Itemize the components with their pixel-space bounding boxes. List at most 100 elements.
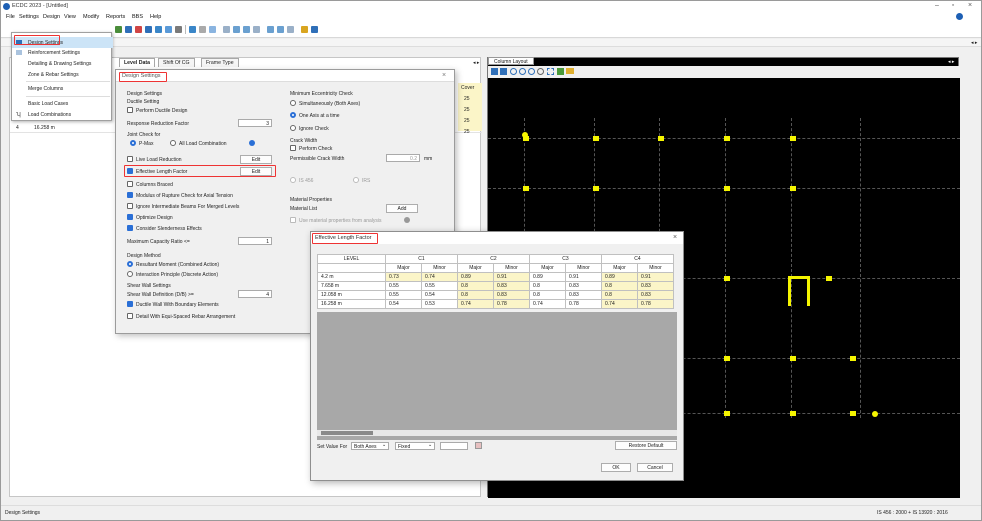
ignore-check-radio[interactable] bbox=[290, 125, 296, 131]
zoom-in-icon[interactable] bbox=[510, 68, 517, 75]
chevron-down-icon[interactable]: ⌄ bbox=[428, 442, 432, 448]
simultaneous-radio[interactable] bbox=[290, 100, 296, 106]
value-cell[interactable]: 0.83 bbox=[637, 290, 674, 300]
column-marker[interactable] bbox=[523, 186, 529, 191]
interaction-radio[interactable] bbox=[127, 271, 133, 277]
irs-radio[interactable] bbox=[353, 177, 359, 183]
dialog-close-icon[interactable]: × bbox=[442, 72, 446, 79]
column-marker[interactable] bbox=[593, 136, 599, 141]
perform-check-checkbox[interactable] bbox=[290, 145, 296, 151]
column-marker[interactable] bbox=[724, 411, 730, 416]
minimize-icon[interactable]: – bbox=[931, 2, 943, 9]
value-cell[interactable]: 0.91 bbox=[637, 272, 674, 282]
ok-button[interactable]: OK bbox=[601, 463, 631, 472]
column-marker[interactable] bbox=[850, 411, 856, 416]
value-cell[interactable]: 0.89 bbox=[457, 272, 494, 282]
column-marker[interactable] bbox=[826, 276, 832, 281]
value-cell[interactable]: 0.83 bbox=[565, 281, 602, 291]
value-cell[interactable]: 0.89 bbox=[601, 272, 638, 282]
toolbar-tool-icon[interactable] bbox=[125, 26, 132, 33]
scroll-arrows-icon[interactable]: ◂ ▸ bbox=[971, 40, 977, 46]
value-cell[interactable]: 0.78 bbox=[637, 299, 674, 309]
tab-level-data[interactable]: Level Data bbox=[119, 58, 155, 67]
value-cell[interactable]: 0.83 bbox=[493, 281, 530, 291]
toolbar-tool-icon[interactable] bbox=[135, 26, 142, 33]
view-3d-icon[interactable] bbox=[500, 68, 507, 75]
maximize-icon[interactable]: ▫ bbox=[947, 2, 959, 9]
toolbar-tool-icon[interactable] bbox=[253, 26, 260, 33]
menu-file[interactable]: File bbox=[6, 14, 15, 20]
dialog-close-icon[interactable]: × bbox=[673, 234, 677, 241]
value-cell[interactable]: 0.91 bbox=[493, 272, 530, 282]
menu-modify[interactable]: Modify bbox=[83, 14, 99, 20]
restore-default-button[interactable]: Restore Default bbox=[615, 441, 677, 450]
columns-braced-checkbox[interactable] bbox=[127, 181, 133, 187]
column-marker[interactable] bbox=[724, 136, 730, 141]
slenderness-checkbox[interactable] bbox=[127, 225, 133, 231]
select-icon[interactable] bbox=[547, 68, 554, 75]
toolbar-tool-icon[interactable] bbox=[223, 26, 230, 33]
value-cell[interactable]: 0.74 bbox=[421, 272, 458, 282]
value-cell[interactable]: 0.8 bbox=[601, 290, 638, 300]
optimize-checkbox[interactable] bbox=[127, 214, 133, 220]
toolbar-tool-icon[interactable] bbox=[199, 26, 206, 33]
level-value[interactable]: 16.258 m bbox=[34, 125, 55, 131]
help-icon[interactable] bbox=[249, 140, 255, 146]
view-2d-icon[interactable] bbox=[491, 68, 498, 75]
value-cell[interactable]: 0.74 bbox=[457, 299, 494, 309]
all-load-radio[interactable] bbox=[170, 140, 176, 146]
toolbar-tool-icon[interactable] bbox=[301, 26, 308, 33]
value-cell[interactable]: 0.55 bbox=[385, 290, 422, 300]
value-cell[interactable]: 0.8 bbox=[601, 281, 638, 291]
response-reduction-field[interactable]: 3 bbox=[238, 119, 272, 127]
zoom-window-icon[interactable] bbox=[528, 68, 535, 75]
perm-crack-field[interactable]: 0.2 bbox=[386, 154, 420, 162]
value-cell[interactable]: 0.78 bbox=[565, 299, 602, 309]
toolbar-tool-icon[interactable] bbox=[155, 26, 162, 33]
scroll-thumb[interactable] bbox=[321, 431, 373, 435]
value-cell[interactable]: 0.53 bbox=[421, 299, 458, 309]
value-cell[interactable]: 0.89 bbox=[529, 272, 566, 282]
menu-item-load-combinations[interactable]: ʮ Load Combinations bbox=[12, 109, 113, 120]
value-cell[interactable]: 0.8 bbox=[529, 281, 566, 291]
value-cell[interactable]: 0.83 bbox=[493, 290, 530, 300]
toolbar-tool-icon[interactable] bbox=[311, 26, 318, 33]
folder-icon[interactable] bbox=[566, 68, 574, 74]
value-cell[interactable]: 0.8 bbox=[457, 281, 494, 291]
column-marker[interactable] bbox=[724, 186, 730, 191]
menu-item-reinforcement-settings[interactable]: Reinforcement Settings bbox=[12, 47, 113, 58]
value-cell[interactable]: 0.83 bbox=[565, 290, 602, 300]
max-capacity-field[interactable]: 1 bbox=[238, 237, 272, 245]
is456-radio[interactable] bbox=[290, 177, 296, 183]
menu-item-detailing-settings[interactable]: Detailing & Drawing Settings bbox=[12, 58, 113, 69]
menu-design[interactable]: Design bbox=[43, 14, 60, 20]
perform-ductile-checkbox[interactable] bbox=[127, 107, 133, 113]
column-marker[interactable] bbox=[790, 356, 796, 361]
tab-shift-of-cg[interactable]: Shift Of CG bbox=[158, 58, 195, 67]
menu-item-merge-columns[interactable]: Merge Columns bbox=[12, 83, 113, 94]
value-cell[interactable]: 0.55 bbox=[421, 281, 458, 291]
menu-bbs[interactable]: BBS bbox=[132, 14, 143, 20]
use-material-checkbox[interactable] bbox=[290, 217, 296, 223]
value-cell[interactable]: 0.83 bbox=[637, 281, 674, 291]
menu-item-zone-rebar-settings[interactable]: Zone & Rebar Settings bbox=[12, 69, 113, 80]
column-marker[interactable] bbox=[790, 186, 796, 191]
column-marker[interactable] bbox=[593, 186, 599, 191]
column-marker[interactable] bbox=[658, 136, 664, 141]
apply-icon[interactable] bbox=[475, 442, 482, 449]
modulus-checkbox[interactable] bbox=[127, 192, 133, 198]
table-scrollbar[interactable] bbox=[317, 430, 677, 436]
toolbar-tool-icon[interactable] bbox=[267, 26, 274, 33]
shear-def-field[interactable]: 4 bbox=[238, 290, 272, 298]
ignore-beams-checkbox[interactable] bbox=[127, 203, 133, 209]
menu-item-basic-load-cases[interactable]: Basic Load Cases bbox=[12, 98, 113, 109]
cancel-button[interactable]: Cancel bbox=[637, 463, 673, 472]
help-icon[interactable] bbox=[404, 217, 410, 223]
add-material-button[interactable]: Add bbox=[386, 204, 418, 213]
layout-scroll-arrows-icon[interactable]: ◂ ▸ bbox=[948, 59, 954, 65]
column-marker[interactable] bbox=[850, 356, 856, 361]
tab-frame-type[interactable]: Frame Type bbox=[201, 58, 239, 67]
pane-scroll-arrows-icon[interactable]: ◂ ▸ bbox=[473, 60, 479, 66]
value-cell[interactable]: 0.73 bbox=[385, 272, 422, 282]
toolbar-tool-icon[interactable] bbox=[287, 26, 294, 33]
